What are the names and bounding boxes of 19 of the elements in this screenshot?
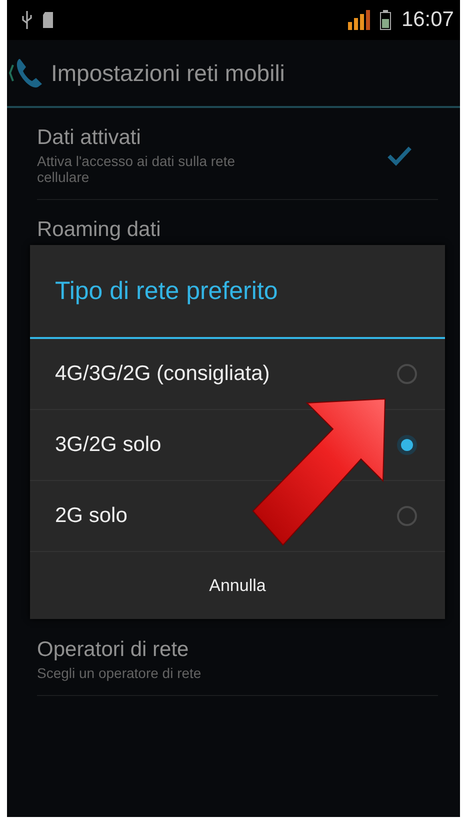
settings-item[interactable]: Operatori di rete Scegli un operatore di rete <box>37 620 438 696</box>
dialog-title: Tipo di rete preferito <box>30 245 445 339</box>
clock-time: 16:07 <box>401 8 454 32</box>
sd-card-icon <box>43 12 53 28</box>
setting-title: Dati attivati <box>37 126 142 150</box>
battery-icon <box>380 10 392 30</box>
setting-summary: Scegli un operatore di rete <box>37 665 202 681</box>
cancel-button[interactable]: Annulla <box>30 552 445 619</box>
signal-icon <box>348 10 370 30</box>
setting-title: Roaming dati <box>37 218 162 242</box>
setting-title: Operatori di rete <box>37 638 190 662</box>
radio-button[interactable] <box>397 364 417 384</box>
usb-icon <box>21 11 33 29</box>
setting-summary: Attiva l'accesso ai dati sulla rete cellulare <box>37 153 236 185</box>
settings-item[interactable]: Roaming dati <box>37 200 438 242</box>
radio-button[interactable] <box>397 506 417 526</box>
radio-button[interactable] <box>397 435 417 455</box>
settings-item[interactable]: Dati attivati Attiva l'accesso ai dati sulla rete cellulare <box>37 108 438 200</box>
screen-title: Impostazioni reti mobili <box>51 60 285 86</box>
